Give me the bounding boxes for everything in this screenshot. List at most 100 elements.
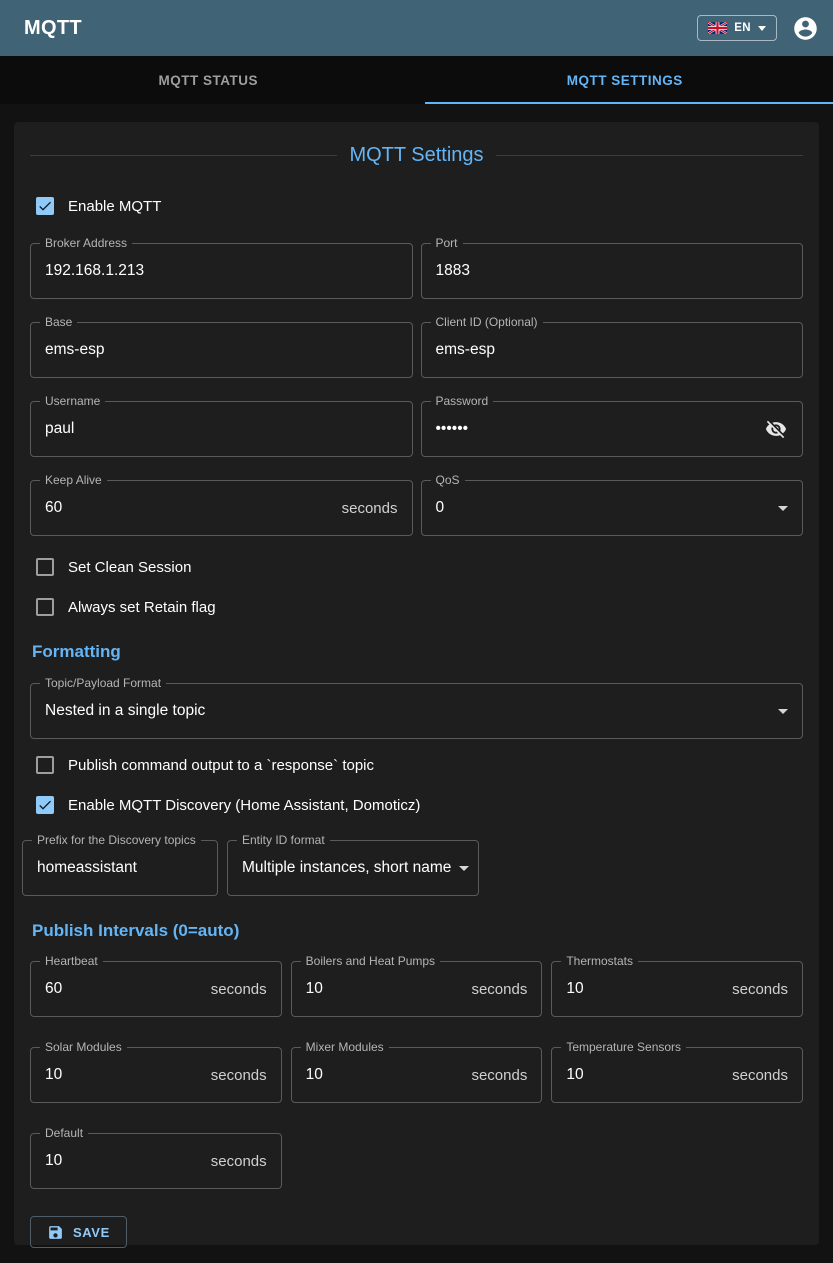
- password-field[interactable]: Password ••••••: [421, 401, 804, 457]
- password-value: ••••••: [436, 420, 765, 438]
- save-icon: [47, 1224, 64, 1241]
- check-icon: [37, 797, 53, 813]
- client-id-label: Client ID (Optional): [431, 315, 543, 329]
- page-content: MQTT Settings Enable MQTT Broker Address…: [0, 104, 833, 1245]
- client-id-value: ems-esp: [436, 341, 789, 359]
- toggle-password-visibility-button[interactable]: [764, 417, 788, 441]
- response-topic-checkbox[interactable]: [36, 756, 54, 774]
- dropdown-caret-icon: [778, 709, 788, 714]
- save-button[interactable]: SAVE: [30, 1216, 127, 1248]
- broker-address-label: Broker Address: [40, 236, 132, 250]
- username-value: paul: [45, 420, 398, 438]
- thermostats-value: 10: [566, 980, 732, 998]
- topic-payload-format-value: Nested in a single topic: [45, 702, 770, 720]
- password-label: Password: [431, 394, 494, 408]
- keep-alive-field[interactable]: Keep Alive 60 seconds: [30, 480, 413, 536]
- thermostats-interval-field[interactable]: Thermostats 10 seconds: [551, 961, 803, 1017]
- boilers-unit: seconds: [471, 981, 527, 998]
- port-field[interactable]: Port 1883: [421, 243, 804, 299]
- enable-mqtt-row: Enable MQTT: [36, 197, 803, 215]
- retain-flag-checkbox[interactable]: [36, 598, 54, 616]
- base-value: ems-esp: [45, 341, 398, 359]
- qos-label: QoS: [431, 473, 465, 487]
- base-label: Base: [40, 315, 77, 329]
- broker-address-value: 192.168.1.213: [45, 262, 398, 280]
- tab-mqtt-settings[interactable]: MQTT SETTINGS: [417, 56, 833, 104]
- formatting-section-header: Formatting: [32, 642, 803, 662]
- mixer-interval-field[interactable]: Mixer Modules 10 seconds: [291, 1047, 543, 1103]
- mqtt-discovery-checkbox[interactable]: [36, 796, 54, 814]
- card-title-text: MQTT Settings: [349, 144, 483, 167]
- save-button-label: SAVE: [73, 1225, 110, 1240]
- page-title: MQTT: [24, 17, 82, 40]
- discovery-prefix-value: homeassistant: [37, 859, 203, 877]
- discovery-prefix-label: Prefix for the Discovery topics: [32, 833, 201, 847]
- client-id-field[interactable]: Client ID (Optional) ems-esp: [421, 322, 804, 378]
- heartbeat-value: 60: [45, 980, 211, 998]
- language-selector-button[interactable]: EN: [697, 15, 777, 41]
- qos-select[interactable]: QoS 0: [421, 480, 804, 536]
- boilers-interval-field[interactable]: Boilers and Heat Pumps 10 seconds: [291, 961, 543, 1017]
- settings-card: MQTT Settings Enable MQTT Broker Address…: [14, 122, 819, 1245]
- keep-alive-unit: seconds: [342, 500, 398, 517]
- entity-id-format-value: Multiple instances, short name: [242, 859, 451, 877]
- enable-mqtt-label: Enable MQTT: [68, 198, 161, 215]
- language-code: EN: [734, 22, 751, 34]
- visibility-off-icon: [765, 418, 787, 440]
- account-circle-icon: [792, 15, 819, 42]
- clean-session-checkbox[interactable]: [36, 558, 54, 576]
- tab-mqtt-status[interactable]: MQTT STATUS: [0, 56, 417, 104]
- dropdown-caret-icon: [459, 866, 469, 871]
- boilers-label: Boilers and Heat Pumps: [301, 954, 440, 968]
- qos-value: 0: [436, 499, 771, 517]
- response-topic-label: Publish command output to a `response` t…: [68, 757, 374, 774]
- solar-value: 10: [45, 1066, 211, 1084]
- check-icon: [37, 198, 53, 214]
- entity-id-format-label: Entity ID format: [237, 833, 330, 847]
- port-label: Port: [431, 236, 463, 250]
- keep-alive-label: Keep Alive: [40, 473, 107, 487]
- heartbeat-label: Heartbeat: [40, 954, 103, 968]
- entity-id-format-select[interactable]: Entity ID format Multiple instances, sho…: [227, 840, 479, 896]
- caret-down-icon: [758, 26, 766, 31]
- enable-mqtt-checkbox[interactable]: [36, 197, 54, 215]
- topic-payload-format-select[interactable]: Topic/Payload Format Nested in a single …: [30, 683, 803, 739]
- retain-flag-label: Always set Retain flag: [68, 599, 216, 616]
- port-value: 1883: [436, 262, 789, 280]
- tab-bar: MQTT STATUS MQTT SETTINGS: [0, 56, 833, 104]
- temperature-sensors-unit: seconds: [732, 1067, 788, 1084]
- username-field[interactable]: Username paul: [30, 401, 413, 457]
- temperature-sensors-value: 10: [566, 1066, 732, 1084]
- heartbeat-interval-field[interactable]: Heartbeat 60 seconds: [30, 961, 282, 1017]
- default-value: 10: [45, 1152, 211, 1170]
- account-button[interactable]: [791, 14, 819, 42]
- base-field[interactable]: Base ems-esp: [30, 322, 413, 378]
- default-interval-field[interactable]: Default 10 seconds: [30, 1133, 282, 1189]
- broker-address-field[interactable]: Broker Address 192.168.1.213: [30, 243, 413, 299]
- response-topic-row: Publish command output to a `response` t…: [36, 756, 803, 774]
- clean-session-label: Set Clean Session: [68, 559, 191, 576]
- clean-session-row: Set Clean Session: [36, 558, 803, 576]
- boilers-value: 10: [306, 980, 472, 998]
- default-label: Default: [40, 1126, 88, 1140]
- mqtt-discovery-label: Enable MQTT Discovery (Home Assistant, D…: [68, 797, 420, 814]
- thermostats-unit: seconds: [732, 981, 788, 998]
- uk-flag-icon: [708, 22, 727, 34]
- solar-label: Solar Modules: [40, 1040, 127, 1054]
- mqtt-discovery-row: Enable MQTT Discovery (Home Assistant, D…: [36, 796, 803, 814]
- publish-intervals-section-header: Publish Intervals (0=auto): [32, 921, 803, 941]
- solar-interval-field[interactable]: Solar Modules 10 seconds: [30, 1047, 282, 1103]
- dropdown-caret-icon: [778, 506, 788, 511]
- publish-intervals-grid: Heartbeat 60 seconds Boilers and Heat Pu…: [30, 961, 803, 1189]
- temperature-sensors-interval-field[interactable]: Temperature Sensors 10 seconds: [551, 1047, 803, 1103]
- topic-payload-format-label: Topic/Payload Format: [40, 676, 166, 690]
- mixer-label: Mixer Modules: [301, 1040, 389, 1054]
- mixer-unit: seconds: [471, 1067, 527, 1084]
- keep-alive-value: 60: [45, 499, 342, 517]
- discovery-prefix-field[interactable]: Prefix for the Discovery topics homeassi…: [22, 840, 218, 896]
- retain-flag-row: Always set Retain flag: [36, 598, 803, 616]
- default-unit: seconds: [211, 1153, 267, 1170]
- temperature-sensors-label: Temperature Sensors: [561, 1040, 686, 1054]
- heartbeat-unit: seconds: [211, 981, 267, 998]
- mixer-value: 10: [306, 1066, 472, 1084]
